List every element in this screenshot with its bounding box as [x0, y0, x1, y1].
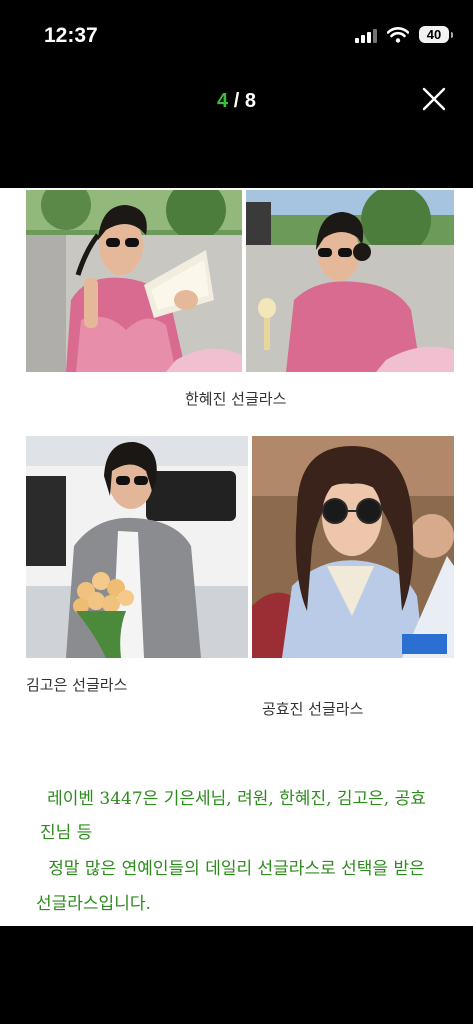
caption-left: 김고은 선글라스 — [26, 676, 128, 694]
status-time: 12:37 — [44, 24, 98, 47]
caption-right: 공효진 선글라스 — [262, 700, 364, 718]
close-icon[interactable] — [419, 84, 449, 114]
caption-top: 한혜진 선글라스 — [185, 390, 287, 408]
description-line-4: 선글라스입니다. — [36, 894, 151, 914]
cellular-signal-icon — [355, 27, 377, 43]
page-counter: 4 / 8 — [0, 90, 473, 113]
description-line-1: 레이벤 3447은 기은세님, 려원, 한혜진, 김고은, 공효 — [47, 789, 426, 809]
viewer-header: 4 / 8 — [0, 70, 473, 190]
status-icons: 40 — [355, 26, 453, 43]
article-image: 한혜진 선글라스 김고은 선글라스 공효진 선글라스 레이벤 3447은 기은세… — [0, 188, 473, 926]
battery-icon: 40 — [419, 26, 453, 43]
photo-flowers — [26, 436, 248, 658]
battery-level: 40 — [426, 27, 442, 42]
photo-curly-hair — [252, 436, 454, 658]
photo-reading — [26, 190, 242, 372]
page-total: 8 — [244, 90, 256, 112]
page-current: 4 — [217, 90, 229, 112]
wifi-icon — [387, 26, 409, 43]
page-separator: / — [228, 90, 245, 112]
description-line-3: 정말 많은 연예인들의 데일리 선글라스로 선택을 받은 — [48, 859, 425, 879]
status-bar: 12:37 40 — [0, 0, 473, 70]
description-line-2: 진님 등 — [40, 823, 93, 843]
photo-lounger — [246, 190, 454, 372]
